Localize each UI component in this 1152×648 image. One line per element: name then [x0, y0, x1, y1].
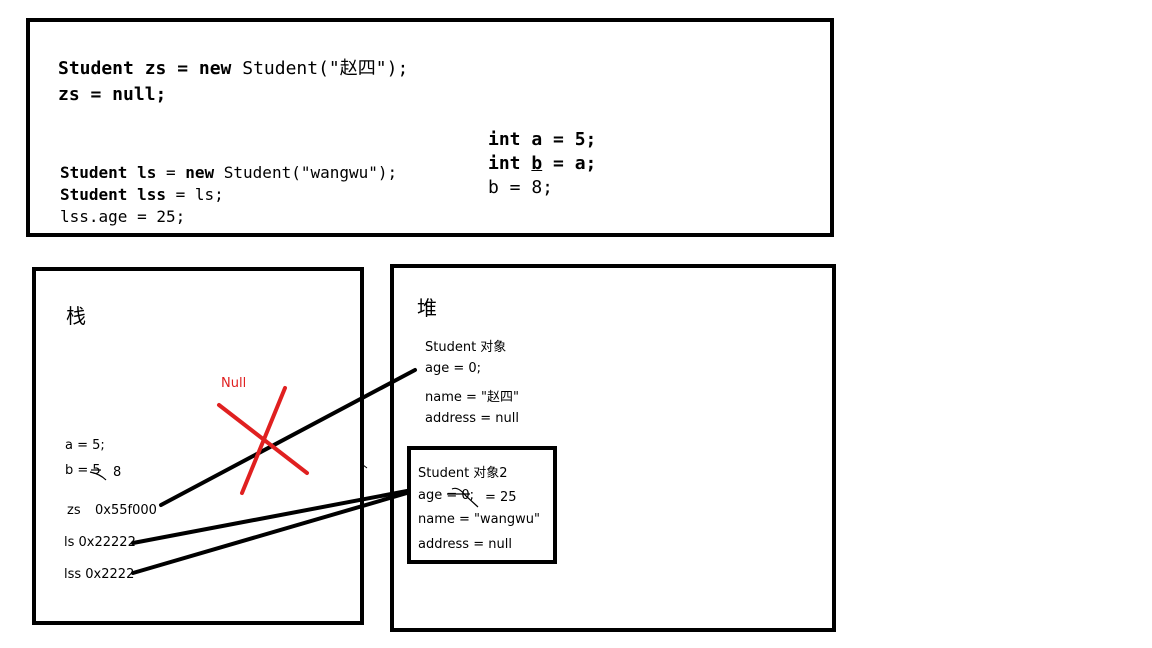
zs-to-object1-line — [159, 368, 417, 507]
b-old-value-scratch — [89, 471, 107, 481]
annotation-layer — [89, 368, 479, 575]
lss-to-object2-line — [131, 491, 409, 575]
stray-mark — [362, 464, 368, 469]
age-old-value-scratch — [451, 487, 479, 508]
